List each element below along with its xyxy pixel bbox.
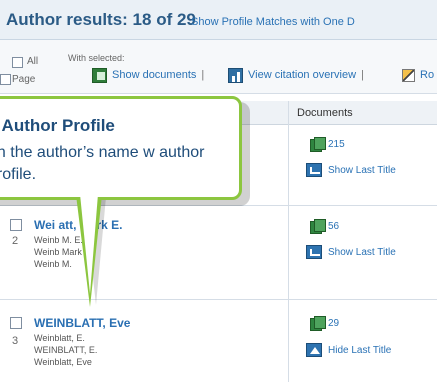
results-title: Author results: 18 of 29: [6, 10, 196, 29]
row-number: 3: [12, 335, 19, 347]
view-citation-overview-label: View citation overview: [248, 69, 357, 81]
callout-text: on the author’s name w author profile.: [0, 144, 205, 183]
show-last-title-label: Show Last Title: [328, 246, 396, 258]
document-count-link[interactable]: 56: [310, 219, 340, 234]
toolbar-separator: |: [201, 69, 205, 81]
show-profile-matches-link[interactable]: Show Profile Matches with One D: [191, 16, 355, 28]
author-row-checkbox[interactable]: [10, 219, 22, 231]
documents-header-label: Documents: [297, 107, 353, 119]
name-variant: Weinblatt, Eve: [34, 357, 92, 367]
show-last-title-label: Show Last Title: [328, 164, 396, 176]
callout-title: y Author Profile: [0, 116, 115, 135]
view-citation-overview-action[interactable]: View citation overview |: [228, 67, 364, 83]
document-count-link[interactable]: 29: [310, 316, 340, 331]
bar-chart-icon: [228, 67, 243, 83]
select-page-checkbox[interactable]: [0, 74, 11, 85]
next-action-label: Ro: [420, 69, 435, 81]
author-results-screen: Author results: 18 of 29 Show Profile Ma…: [0, 0, 437, 382]
with-selected-label: With selected:: [68, 53, 125, 63]
document-count: 215: [328, 138, 345, 150]
select-all-label: All: [27, 56, 39, 67]
show-title-icon: [306, 163, 322, 177]
name-variant: WEINBLATT, E.: [34, 345, 98, 355]
documents-icon: [310, 137, 326, 152]
row-number: 2: [12, 235, 19, 247]
documents-icon: [310, 316, 326, 331]
row-divider: [0, 299, 437, 300]
next-toolbar-action[interactable]: Ro: [402, 67, 434, 83]
hide-last-title-label: Hide Last Title: [328, 344, 392, 356]
select-all-checkbox[interactable]: [12, 57, 23, 68]
results-header: Author results: 18 of 29 Show Profile Ma…: [0, 0, 437, 40]
selection-toolbar: [0, 40, 437, 94]
author-name-link[interactable]: WEINBLATT, Eve: [34, 316, 130, 330]
select-page-checkbox-label: Page: [12, 74, 36, 85]
document-count: 56: [328, 220, 340, 232]
show-documents-action[interactable]: Show documents |: [92, 67, 204, 83]
pencil-icon: [402, 68, 415, 82]
show-last-title-link[interactable]: Show Last Title: [306, 245, 396, 259]
toolbar-separator-2: |: [361, 69, 364, 81]
documents-icon: [310, 219, 326, 234]
column-divider: [288, 101, 289, 382]
document-count-link[interactable]: 215: [310, 137, 345, 152]
name-variant: Weinb Mark: [34, 247, 82, 257]
hide-last-title-link[interactable]: Hide Last Title: [306, 343, 391, 357]
show-title-icon: [306, 245, 322, 259]
name-variant: Weinb M.: [34, 259, 72, 269]
document-count: 29: [328, 317, 340, 329]
name-variant: Weinblatt, E.: [34, 333, 85, 343]
author-row-checkbox[interactable]: [10, 317, 22, 329]
documents-icon: [92, 67, 107, 83]
show-documents-label: Show documents: [112, 69, 197, 81]
hide-title-icon: [306, 343, 322, 357]
callout-tail-inner: [80, 194, 98, 294]
show-last-title-link[interactable]: Show Last Title: [306, 163, 396, 177]
documents-column-header[interactable]: Documents: [288, 101, 437, 125]
